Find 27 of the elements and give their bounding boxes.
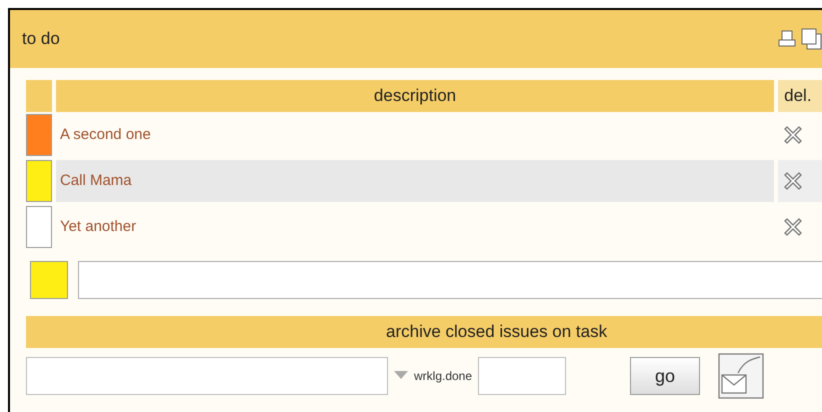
go-button[interactable]: go — [630, 357, 700, 395]
dropdown-icon[interactable] — [394, 371, 408, 381]
color-swatch[interactable] — [26, 114, 52, 156]
pages-icon[interactable] — [800, 28, 822, 50]
task-description: A second one — [60, 124, 151, 145]
color-swatch[interactable] — [30, 261, 68, 299]
color-swatch[interactable] — [26, 206, 52, 248]
new-task-field[interactable] — [78, 261, 822, 299]
task-select-field[interactable] — [26, 357, 388, 395]
delete-icon[interactable] — [782, 124, 804, 146]
delete-icon[interactable] — [782, 170, 804, 192]
column-header: description — [56, 80, 774, 112]
printer-icon[interactable] — [777, 29, 797, 49]
task-description: Call Mama — [60, 170, 132, 191]
header-cell — [26, 80, 52, 112]
color-swatch[interactable] — [26, 160, 52, 202]
column-header: del. — [778, 80, 822, 112]
task-row[interactable]: Call Mama — [56, 160, 774, 202]
task-row[interactable]: Yet another — [56, 206, 774, 248]
done-field[interactable] — [478, 357, 566, 395]
archive-header: archive closed issues on task — [26, 316, 822, 348]
panel-title: to do — [22, 28, 60, 50]
done-label: wrklg.done — [414, 368, 472, 385]
delete-icon[interactable] — [782, 216, 804, 238]
mail-icon[interactable] — [718, 353, 764, 399]
task-description: Yet another — [60, 216, 136, 237]
task-row[interactable]: A second one — [56, 114, 774, 156]
